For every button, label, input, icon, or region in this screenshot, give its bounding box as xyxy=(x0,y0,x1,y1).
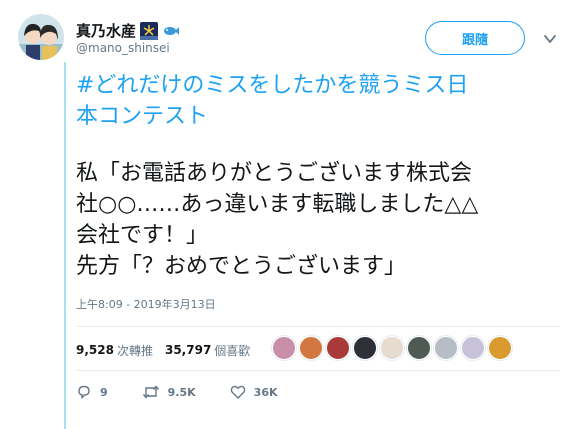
like-icon xyxy=(230,385,245,399)
engagement-stats: 9,528 次轉推 35,797 個喜歡 xyxy=(76,334,250,366)
tweet-timestamp[interactable]: 上午8:09 - 2019年3月13日 xyxy=(76,296,216,312)
tweet-actions: 9 9.5K 36K xyxy=(76,384,312,400)
liker-avatar[interactable] xyxy=(434,336,458,360)
liker-avatar[interactable] xyxy=(353,336,377,360)
chevron-down-icon[interactable] xyxy=(543,32,557,46)
fish-icon xyxy=(162,22,180,40)
like-button[interactable]: 36K xyxy=(230,384,278,400)
liker-avatar[interactable] xyxy=(272,336,296,360)
divider xyxy=(76,326,560,327)
retweet-count[interactable]: 9,528 xyxy=(76,343,114,357)
liker-avatar[interactable] xyxy=(299,336,323,360)
like-count[interactable]: 35,797 xyxy=(165,343,211,357)
liker-avatar[interactable] xyxy=(380,336,404,360)
tweet-text: 私「お電話ありがとうございます株式会 社○○……あっ違います転職しました△△ 会… xyxy=(76,161,479,279)
avatar[interactable] xyxy=(18,14,64,60)
user-handle[interactable]: @mano_shinsei xyxy=(76,41,170,55)
follow-button[interactable]: 跟隨 xyxy=(425,21,525,55)
liker-avatar[interactable] xyxy=(407,336,431,360)
liker-avatars xyxy=(272,336,512,360)
tweet-hashtag[interactable]: #どれだけのミスをしたかを競うミス日 本コンテスト xyxy=(76,70,576,132)
reply-icon xyxy=(78,385,90,400)
like-count-label[interactable]: 個喜歡 xyxy=(214,342,250,359)
reply-count: 9 xyxy=(100,385,108,399)
thread-line xyxy=(64,62,66,429)
retweet-count-label[interactable]: 次轉推 xyxy=(117,342,153,359)
reply-button[interactable]: 9 xyxy=(76,384,108,400)
retweet-button[interactable]: 9.5K xyxy=(142,384,196,400)
liker-avatar[interactable] xyxy=(488,336,512,360)
divider xyxy=(76,370,560,371)
retweet-action-count: 9.5K xyxy=(167,385,196,399)
like-action-count: 36K xyxy=(253,385,278,399)
retweet-icon xyxy=(142,385,159,399)
fireworks-icon xyxy=(140,21,159,40)
display-name[interactable]: 真乃水産 xyxy=(76,20,136,41)
liker-avatar[interactable] xyxy=(461,336,485,360)
liker-avatar[interactable] xyxy=(326,336,350,360)
